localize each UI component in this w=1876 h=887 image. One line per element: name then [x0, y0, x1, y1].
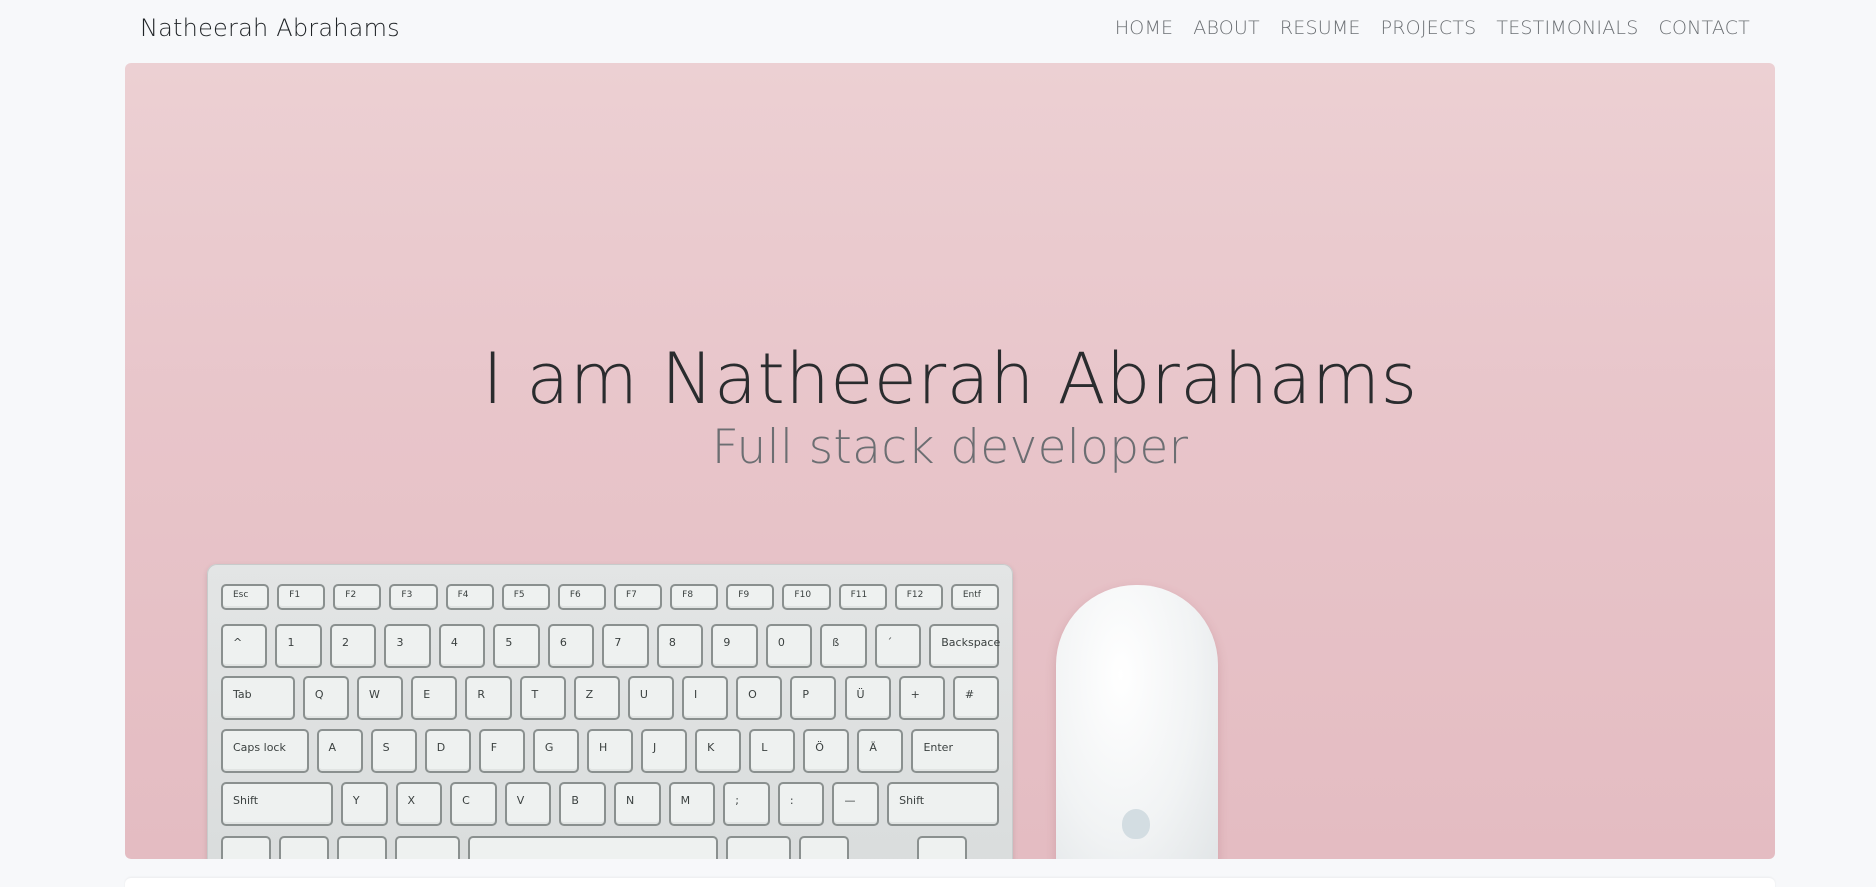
keyboard-key: 7 — [602, 624, 649, 668]
keyboard-key: Q — [302, 676, 350, 720]
keyboard-key: Ä — [857, 729, 904, 773]
keyboard-key: 4 — [438, 624, 486, 668]
nav-link-about[interactable]: ABOUT — [1193, 17, 1260, 39]
keyboard-key: F2 — [333, 584, 382, 610]
keyboard-key: 5 — [493, 624, 540, 668]
keyboard-key: Y — [340, 782, 388, 826]
keyboard-key — [917, 836, 967, 859]
next-section-edge — [125, 878, 1775, 887]
keyboard-key: — — [832, 782, 880, 826]
keyboard-key — [799, 836, 849, 859]
keyboard-key: B — [559, 782, 606, 826]
keyboard-key: F10 — [782, 584, 831, 610]
keyboard-key: T — [519, 676, 566, 720]
keyboard-key: Esc — [221, 584, 270, 610]
nav-link-testimonials[interactable]: TESTIMONIALS — [1496, 17, 1638, 39]
keyboard-key: Enter — [911, 729, 999, 773]
keyboard-key: 3 — [384, 624, 431, 668]
keyboard-key: G — [532, 729, 579, 773]
keyboard-key: # — [952, 676, 999, 720]
nav-link-home[interactable]: HOME — [1115, 17, 1173, 39]
hero-text: I am Natheerah Abrahams Full stack devel… — [125, 338, 1775, 476]
keyboard-key: 1 — [275, 624, 322, 668]
keyboard-key — [726, 836, 791, 859]
keyboard-key: F8 — [670, 584, 719, 610]
keyboard-key: Caps lock — [221, 729, 309, 773]
keyboard-key: D — [424, 729, 471, 773]
keyboard-key: 6 — [547, 624, 595, 668]
keyboard-key: A — [316, 729, 363, 773]
keyboard-key: F5 — [501, 584, 550, 610]
keyboard-key: C — [450, 782, 497, 826]
keyboard-key: M — [668, 782, 716, 826]
keyboard-key: H — [586, 729, 634, 773]
keyboard-key: F12 — [894, 584, 943, 610]
keyboard-key: U — [627, 676, 674, 720]
brand-logo-text[interactable]: Natheerah Abrahams — [140, 14, 400, 42]
navbar: Natheerah Abrahams HOME ABOUT RESUME PRO… — [0, 0, 1876, 62]
keyboard-key: 2 — [329, 624, 377, 668]
keyboard-key: Tab — [221, 676, 295, 720]
nav-links: HOME ABOUT RESUME PROJECTS TESTIMONIALS … — [1115, 17, 1750, 39]
keyboard-key: ; — [723, 782, 770, 826]
hero-title: I am Natheerah Abrahams — [482, 338, 1418, 420]
keyboard-key: Entf — [950, 584, 999, 610]
keyboard-key: X — [395, 782, 443, 826]
keyboard-key: 9 — [711, 624, 758, 668]
nav-link-resume[interactable]: RESUME — [1280, 17, 1361, 39]
hero-subtitle: Full stack developer — [711, 420, 1189, 475]
keyboard-key: Z — [573, 676, 620, 720]
keyboard-key: L — [749, 729, 796, 773]
keyboard-key: ß — [820, 624, 867, 668]
keyboard-key: Shift — [887, 782, 999, 826]
keyboard-key: F — [478, 729, 525, 773]
hero-banner: I am Natheerah Abrahams Full stack devel… — [125, 63, 1775, 859]
nav-link-projects[interactable]: PROJECTS — [1381, 17, 1477, 39]
keyboard-key: Ö — [803, 729, 850, 773]
apple-logo-icon — [1122, 809, 1150, 839]
keyboard-key — [395, 836, 460, 859]
keyboard-key — [337, 836, 387, 859]
keyboard-key: ´ — [874, 624, 922, 668]
keyboard-key: I — [682, 676, 729, 720]
keyboard-key: F1 — [277, 584, 326, 610]
keyboard-key: P — [790, 676, 837, 720]
keyboard-key: ^ — [221, 624, 268, 668]
keyboard-key: 8 — [656, 624, 704, 668]
keyboard-key: F9 — [726, 584, 775, 610]
keyboard-key — [468, 836, 718, 859]
keyboard-key — [221, 836, 271, 859]
keyboard-key: J — [641, 729, 688, 773]
keyboard-key: O — [736, 676, 783, 720]
keyboard-key: F3 — [389, 584, 438, 610]
keyboard-image: Esc F1 F2 F3 F4 F5 F6 F7 F8 F9 F10 F11 F12 Entf ^ 1 2 3 4 5… — [207, 564, 1013, 859]
keyboard-key: 0 — [765, 624, 813, 668]
keyboard-key: N — [614, 782, 661, 826]
keyboard-key: F7 — [614, 584, 663, 610]
nav-link-contact[interactable]: CONTACT — [1658, 17, 1750, 39]
keyboard-key: F6 — [557, 584, 606, 610]
keyboard-key: Backspace — [929, 624, 1000, 668]
keyboard-key: F4 — [445, 584, 494, 610]
keyboard-key — [279, 836, 329, 859]
keyboard-key: F11 — [838, 584, 887, 610]
keyboard-key: V — [504, 782, 552, 826]
keyboard-key: R — [465, 676, 512, 720]
keyboard-key: E — [411, 676, 458, 720]
keyboard-key: Shift — [221, 782, 333, 826]
keyboard-key: S — [370, 729, 417, 773]
keyboard-key: K — [695, 729, 742, 773]
keyboard-key: : — [777, 782, 825, 826]
mouse-image — [1056, 585, 1218, 859]
keyboard-key: W — [357, 676, 404, 720]
keyboard-key: + — [898, 676, 945, 720]
keyboard-key: Ü — [844, 676, 891, 720]
